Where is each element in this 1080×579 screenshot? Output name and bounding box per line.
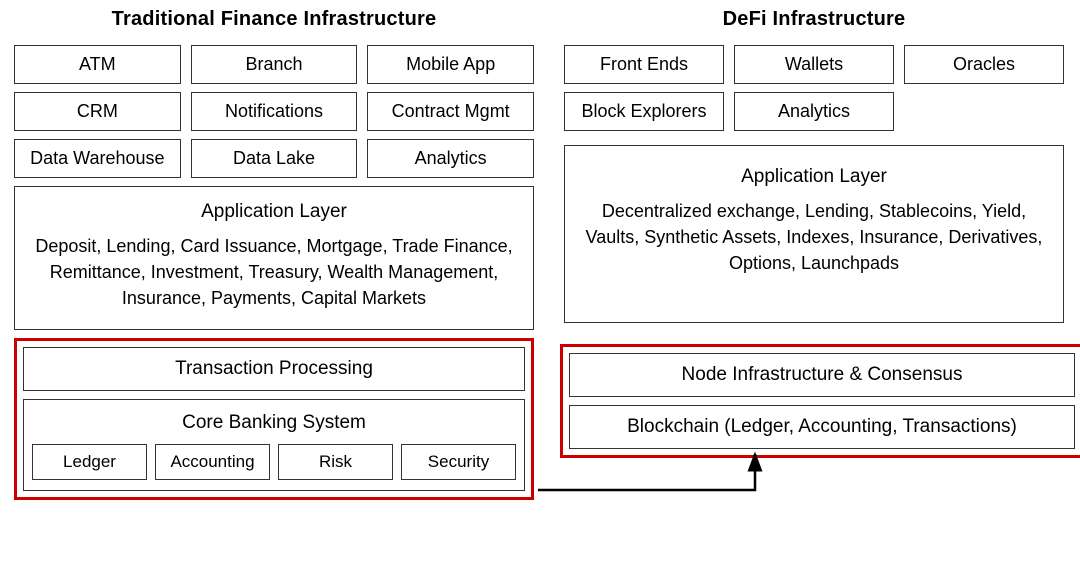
core-banking-items: Ledger Accounting Risk Security (32, 444, 516, 480)
defi-app-layer: Application Layer Decentralized exchange… (564, 145, 1064, 323)
cell-ledger: Ledger (32, 444, 147, 480)
arrow-tradfi-to-defi (530, 430, 790, 560)
defi-app-layer-body: Decentralized exchange, Lending, Stablec… (583, 198, 1045, 276)
defi-row-1: Front Ends Wallets Oracles (564, 45, 1064, 84)
txn-processing: Transaction Processing (23, 347, 525, 391)
tradfi-row-3: Data Warehouse Data Lake Analytics (14, 139, 534, 178)
defi-title: DeFi Infrastructure (564, 8, 1064, 31)
cell-risk: Risk (278, 444, 393, 480)
defi-column: DeFi Infrastructure Front Ends Wallets O… (564, 8, 1064, 331)
cell-mobile-app: Mobile App (367, 45, 534, 84)
cell-security: Security (401, 444, 516, 480)
cell-atm: ATM (14, 45, 181, 84)
cell-wallets: Wallets (734, 45, 894, 84)
defi-row-2: Block Explorers Analytics (564, 92, 894, 131)
cell-crm: CRM (14, 92, 181, 131)
tradfi-app-layer: Application Layer Deposit, Lending, Card… (14, 186, 534, 330)
tradfi-title: Traditional Finance Infrastructure (14, 8, 534, 31)
cell-contract-mgmt: Contract Mgmt (367, 92, 534, 131)
cell-accounting: Accounting (155, 444, 270, 480)
cell-data-warehouse: Data Warehouse (14, 139, 181, 178)
defi-app-layer-title: Application Layer (583, 166, 1045, 188)
cell-block-explorers: Block Explorers (564, 92, 724, 131)
tradfi-row-2: CRM Notifications Contract Mgmt (14, 92, 534, 131)
tradfi-red-frame: Transaction Processing Core Banking Syst… (14, 338, 534, 500)
tradfi-row-1: ATM Branch Mobile App (14, 45, 534, 84)
node-infra-consensus: Node Infrastructure & Consensus (569, 353, 1075, 397)
cell-branch: Branch (191, 45, 358, 84)
tradfi-column: Traditional Finance Infrastructure ATM B… (14, 8, 534, 500)
cell-analytics-right: Analytics (734, 92, 894, 131)
core-banking-system: Core Banking System Ledger Accounting Ri… (23, 399, 525, 491)
tradfi-app-layer-title: Application Layer (33, 201, 515, 223)
cell-data-lake: Data Lake (191, 139, 358, 178)
cell-notifications: Notifications (191, 92, 358, 131)
cell-oracles: Oracles (904, 45, 1064, 84)
cell-analytics-left: Analytics (367, 139, 534, 178)
cell-front-ends: Front Ends (564, 45, 724, 84)
core-banking-title: Core Banking System (32, 412, 516, 434)
tradfi-app-layer-body: Deposit, Lending, Card Issuance, Mortgag… (33, 233, 515, 311)
